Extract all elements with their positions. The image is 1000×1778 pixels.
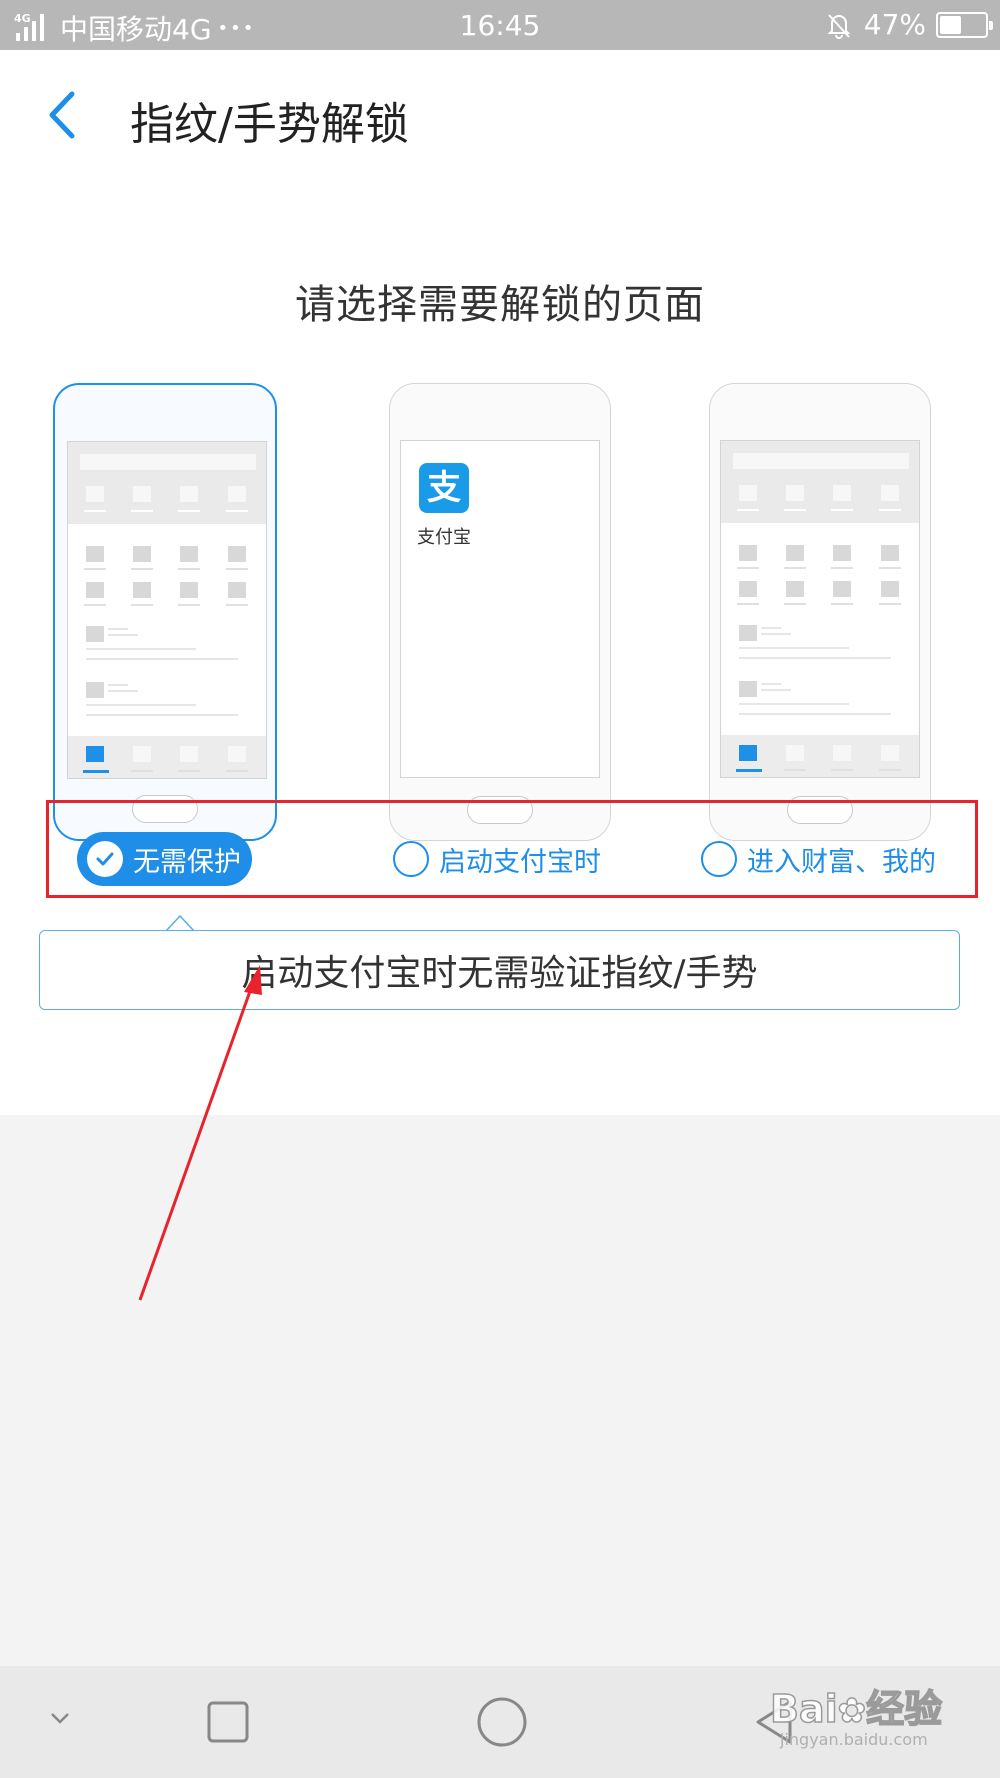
option-no-protection[interactable]: 无需保护: [77, 832, 252, 886]
battery-fill: [940, 15, 961, 34]
battery-icon: [936, 11, 993, 38]
paw-icon: ✿: [837, 1690, 867, 1732]
watermark-brand: Bai✿经验: [769, 1678, 943, 1733]
chevron-down-icon: [51, 1713, 69, 1724]
preview-wealth-mine[interactable]: [709, 383, 931, 841]
check-circle-icon: [87, 841, 123, 877]
preview-screen: 支 支付宝: [400, 440, 600, 778]
nav-collapse-button[interactable]: [44, 1706, 76, 1734]
option-description-tooltip: 启动支付宝时无需验证指纹/手势: [39, 930, 960, 1010]
radio-circle-icon: [701, 841, 737, 877]
option-label: 进入财富、我的: [747, 846, 936, 878]
preview-launch-alipay[interactable]: 支 支付宝: [389, 383, 611, 841]
header: 指纹/手势解锁: [0, 50, 1000, 180]
alipay-app-label: 支付宝: [417, 527, 471, 548]
chevron-left-icon: [49, 91, 75, 139]
back-button[interactable]: [36, 80, 96, 150]
watermark-brand-main: Bai: [769, 1686, 838, 1732]
nav-recents-button[interactable]: [206, 1700, 250, 1748]
page-title: 指纹/手势解锁: [130, 99, 409, 150]
square-icon: [207, 1701, 249, 1743]
option-launch-alipay[interactable]: 启动支付宝时: [393, 832, 601, 886]
alipay-logo-glyph: 支: [427, 468, 461, 508]
circle-icon: [477, 1697, 527, 1747]
battery-percent: 47%: [863, 8, 926, 41]
selection-prompt: 请选择需要解锁的页面: [295, 282, 705, 328]
alipay-logo-icon: 支: [419, 463, 469, 513]
radio-circle-icon: [393, 841, 429, 877]
bell-muted-icon: [827, 13, 851, 39]
option-wealth-mine[interactable]: 进入财富、我的: [701, 832, 936, 886]
preview-screen: [720, 440, 920, 778]
status-right: 47%: [824, 8, 993, 41]
watermark-brand-suffix: 经验: [865, 1686, 943, 1732]
status-bar: 4G 中国移动4G ••• 16:45 47%: [0, 0, 1000, 50]
nav-home-button[interactable]: [476, 1696, 528, 1752]
preview-screen: [67, 441, 267, 779]
watermark-url: jingyan.baidu.com: [780, 1730, 928, 1749]
option-label: 无需保护: [133, 846, 241, 878]
baidu-jingyan-watermark: Bai✿经验 jingyan.baidu.com: [760, 1668, 960, 1758]
preview-no-protection[interactable]: [53, 383, 277, 841]
option-label: 启动支付宝时: [439, 846, 601, 878]
